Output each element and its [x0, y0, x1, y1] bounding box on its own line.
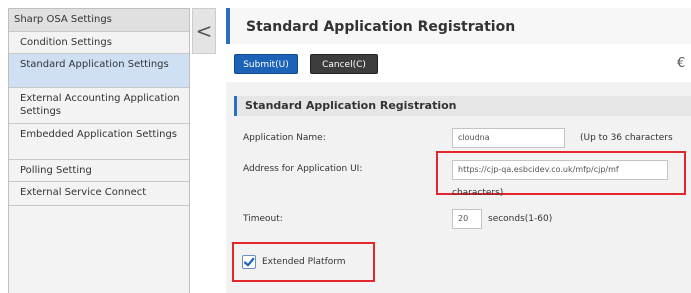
- extended-platform-label[interactable]: Extended Platform: [262, 257, 346, 267]
- checkmark-icon: [243, 257, 255, 267]
- page-title-bar: Standard Application Registration: [226, 8, 691, 44]
- application-ui-address-input[interactable]: https://cjp-qa.esbcidev.co.uk/mfp/cjp/mf: [452, 160, 668, 180]
- submit-button[interactable]: Submit(U): [234, 54, 298, 74]
- address-note: characters): [452, 188, 504, 198]
- sidebar-header: Sharp OSA Settings: [9, 9, 189, 32]
- extended-platform-checkbox[interactable]: [242, 255, 256, 269]
- sidebar-item-polling-setting[interactable]: Polling Setting: [9, 160, 189, 182]
- section-header: Standard Application Registration: [234, 96, 691, 116]
- main-panel: Standard Application Registration Submit…: [226, 8, 691, 293]
- form-content: Standard Application Registration Applic…: [226, 82, 691, 293]
- application-name-note: (Up to 36 characters: [580, 133, 673, 143]
- application-name-label: Application Name:: [243, 133, 326, 143]
- timeout-input[interactable]: 20: [452, 209, 482, 229]
- cancel-button[interactable]: Cancel(C): [310, 54, 378, 74]
- sidebar-item-embedded-application-settings[interactable]: Embedded Application Settings: [9, 124, 189, 160]
- application-name-input[interactable]: cloudna: [452, 128, 565, 148]
- timeout-label: Timeout:: [243, 214, 283, 224]
- sidebar-item-condition-settings[interactable]: Condition Settings: [9, 32, 189, 54]
- sidebar-item-external-accounting-application-settings[interactable]: External Accounting Application Settings: [9, 88, 189, 124]
- timeout-note: seconds(1-60): [488, 214, 553, 224]
- sidebar-item-standard-application-settings[interactable]: Standard Application Settings: [9, 54, 189, 88]
- chevron-left-icon: <: [195, 19, 213, 43]
- sidebar-item-external-service-connect[interactable]: External Service Connect: [9, 182, 189, 206]
- collapse-sidebar-button[interactable]: <: [192, 8, 216, 54]
- page-title: Standard Application Registration: [246, 19, 516, 35]
- sidebar-empty-area: [9, 206, 189, 293]
- toolbar-icon[interactable]: €: [677, 56, 685, 71]
- application-ui-address-label: Address for Application UI:: [243, 164, 363, 174]
- section-title: Standard Application Registration: [245, 99, 457, 112]
- settings-sidebar: Sharp OSA Settings Condition Settings St…: [8, 8, 190, 293]
